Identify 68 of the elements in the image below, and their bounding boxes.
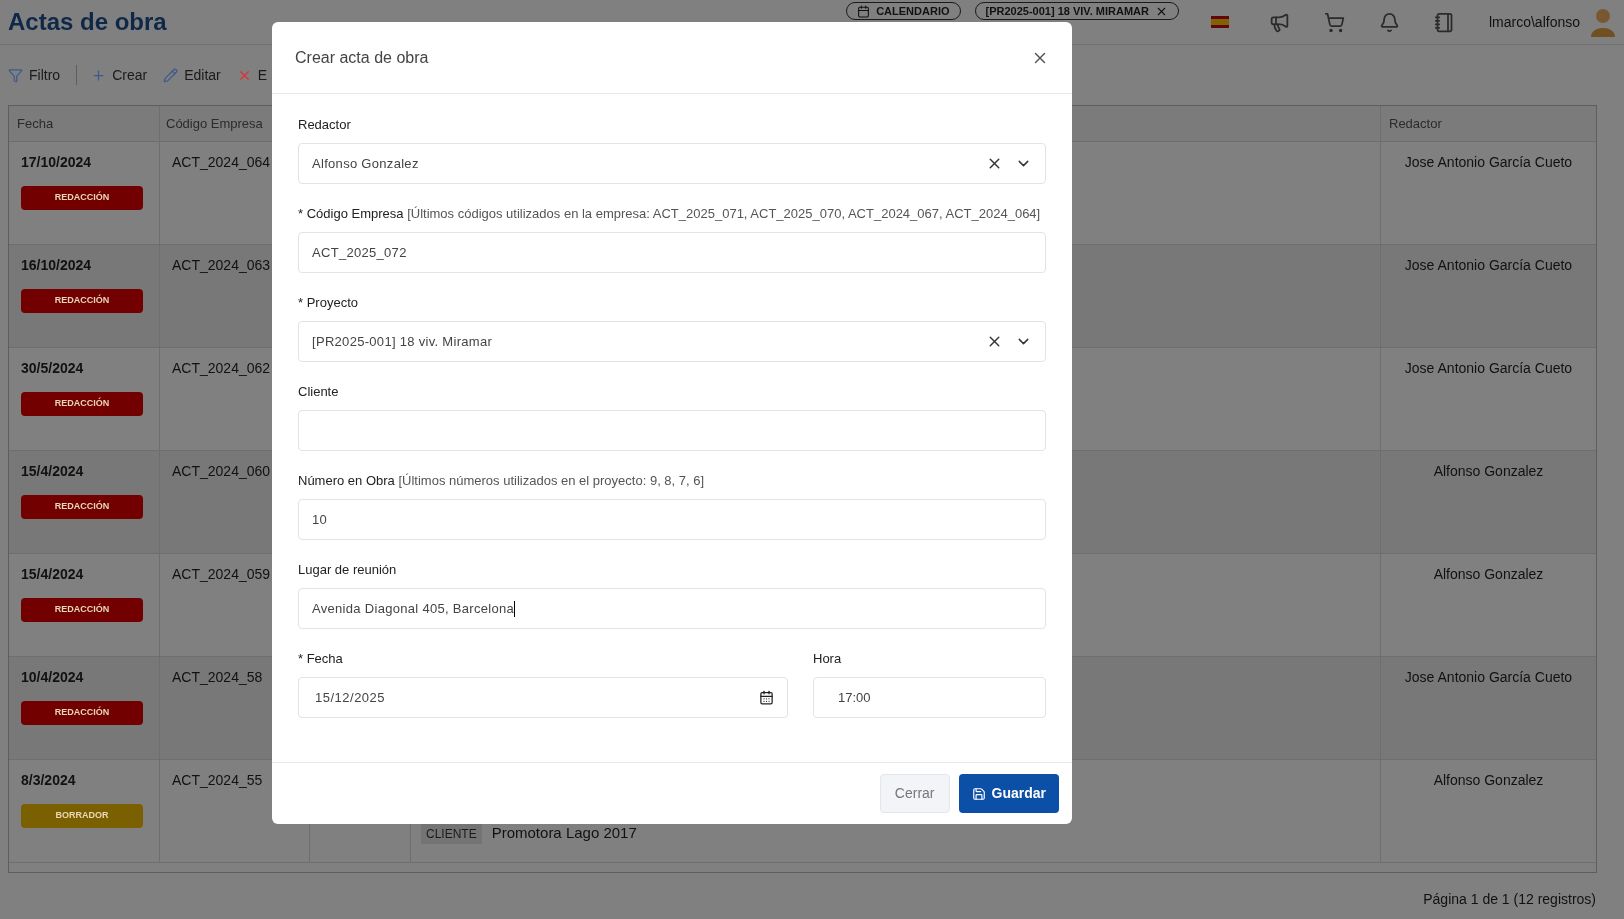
save-icon: [971, 786, 986, 801]
code-text: ACT_2024_062: [172, 360, 271, 376]
cart-icon[interactable]: [1323, 11, 1345, 33]
date-text: 17/10/2024: [21, 153, 93, 172]
client-tag: CLIENTE: [421, 824, 482, 844]
pencil-icon: [163, 67, 179, 83]
code-text: ACT_2024_58: [172, 669, 263, 685]
input-field[interactable]: ACT_2025_072: [298, 232, 1046, 273]
date-text: 16/10/2024: [21, 256, 93, 275]
code-text: ACT_2024_064: [172, 154, 271, 170]
calendar-icon[interactable]: [759, 690, 774, 705]
code-text: ACT_2024_059: [172, 566, 271, 582]
code-text: ACT_2024_55: [172, 772, 263, 788]
author-text: Alfonso Gonzalez: [1433, 565, 1544, 584]
field-label: Hora: [813, 650, 843, 668]
field-label: Número en Obra [Últimos números utilizados en el proyecto: 9, 8, 7, 6]: [298, 472, 706, 490]
select-field[interactable]: Alfonso Gonzalez: [298, 143, 1046, 184]
date-text: 10/4/2024: [21, 668, 85, 687]
author-text: Jose Antonio García Cueto: [1404, 359, 1573, 378]
field-label: * Fecha: [298, 650, 344, 668]
megaphone-icon[interactable]: [1268, 11, 1290, 33]
author-text: Jose Antonio García Cueto: [1404, 256, 1573, 275]
date-text: 15/4/2024: [21, 565, 85, 584]
column-header[interactable]: Redactor: [1381, 106, 1596, 141]
status-badge: REDACCIÓN: [21, 495, 143, 519]
date-text: 30/5/2024: [21, 359, 85, 378]
input-field[interactable]: [298, 410, 1046, 451]
toolbar-button[interactable]: E: [236, 64, 268, 86]
toolbar-button[interactable]: Editar: [163, 64, 221, 86]
time-field[interactable]: 17:00: [813, 677, 1046, 718]
pagination-text: Página 1 de 1 (12 registros): [1423, 890, 1596, 909]
author-text: Alfonso Gonzalez: [1433, 771, 1544, 790]
author-text: Jose Antonio García Cueto: [1404, 668, 1573, 687]
select-field[interactable]: [PR2025-001] 18 viv. Miramar: [298, 321, 1046, 362]
status-badge: REDACCIÓN: [21, 598, 143, 622]
date-field[interactable]: 15/12/2025: [298, 677, 788, 718]
bell-icon[interactable]: [1378, 11, 1400, 33]
modal-title: Crear acta de obra: [295, 47, 429, 68]
code-text: ACT_2024_063: [172, 257, 271, 273]
code-text: ACT_2024_060: [172, 463, 271, 479]
filter-icon: [8, 67, 23, 83]
author-text: Alfonso Gonzalez: [1433, 462, 1544, 481]
input-field[interactable]: 10: [298, 499, 1046, 540]
status-badge: BORRADOR: [21, 804, 143, 828]
field-label: * Código Empresa [Últimos códigos utilizados en la empresa: ACT_2025_071, ACT_2025_070, ACT_2024_067, ACT_2024_064]: [298, 205, 1042, 223]
status-badge: REDACCIÓN: [21, 701, 143, 725]
status-badge: REDACCIÓN: [21, 392, 143, 416]
toolbar-button[interactable]: Filtro: [8, 64, 61, 86]
client-name: Promotora Lago 2017: [491, 822, 637, 843]
save-button[interactable]: Guardar: [958, 774, 1059, 813]
input-field[interactable]: Avenida Diagonal 405, Barcelona: [298, 588, 1046, 629]
plus-icon: [91, 67, 107, 83]
flag-icon[interactable]: [1210, 16, 1229, 28]
field-label: * Proyecto: [298, 294, 359, 312]
column-header[interactable]: Fecha: [9, 106, 160, 141]
user-name[interactable]: lmarco\alfonso: [1488, 11, 1580, 33]
status-badge: REDACCIÓN: [21, 186, 143, 210]
toolbar-button[interactable]: Crear: [91, 64, 148, 86]
date-text: 8/3/2024: [21, 771, 77, 790]
author-text: Jose Antonio García Cueto: [1404, 153, 1573, 172]
field-label: Cliente: [298, 383, 340, 401]
notebook-icon[interactable]: [1433, 11, 1455, 33]
date-text: 15/4/2024: [21, 462, 85, 481]
status-badge: REDACCIÓN: [21, 289, 143, 313]
close-button[interactable]: Cerrar: [879, 774, 950, 813]
page-title: Actas de obra: [8, 7, 167, 37]
calendar-icon: [857, 4, 871, 18]
field-label: Lugar de reunión: [298, 561, 398, 579]
